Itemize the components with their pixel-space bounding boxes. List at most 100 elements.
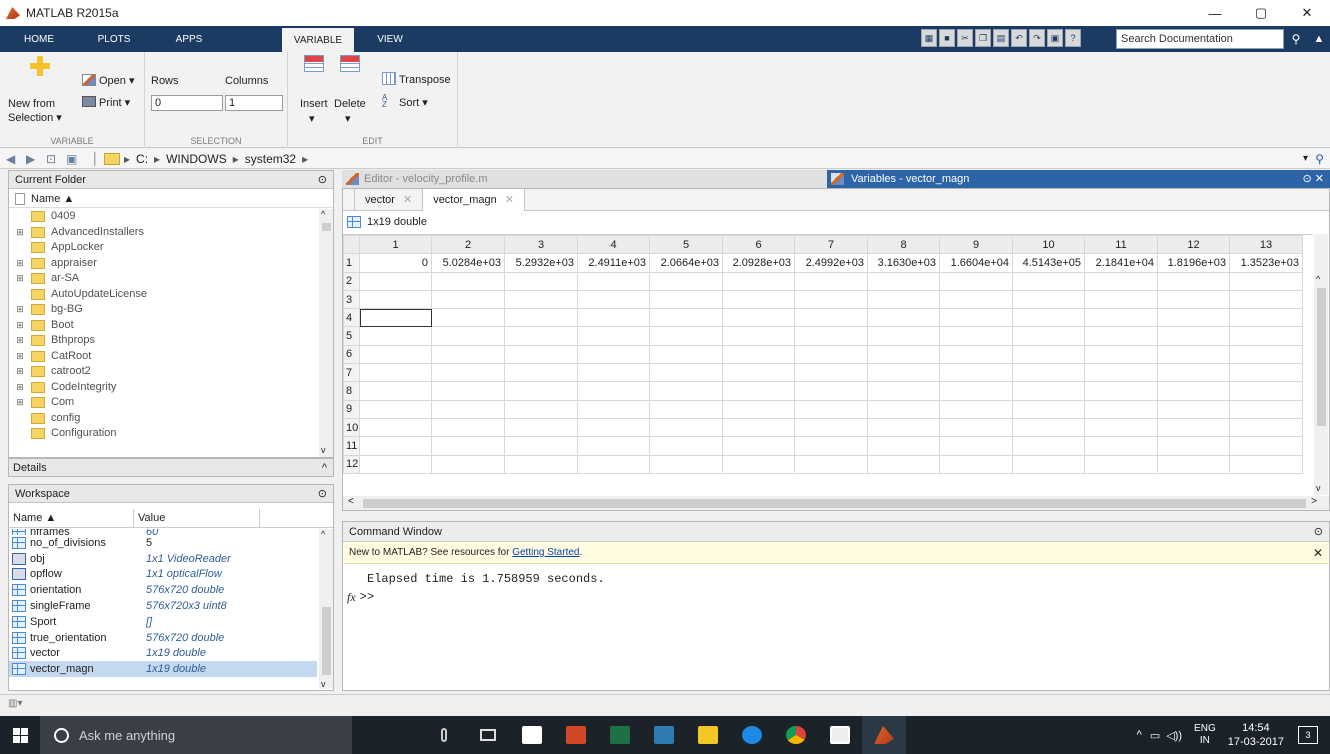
grid-cell[interactable] <box>1012 436 1085 456</box>
grid-cell[interactable] <box>722 381 795 401</box>
search-documentation-input[interactable]: Search Documentation <box>1116 29 1284 49</box>
name-column-header[interactable]: Name ▲ <box>9 509 134 527</box>
layout-icon[interactable]: ▦ <box>921 29 937 47</box>
grid-cell[interactable] <box>722 289 795 310</box>
grid-cell[interactable] <box>359 326 432 346</box>
table-row[interactable]: vector_magn 1x19 double <box>9 661 317 678</box>
grid-cell[interactable] <box>722 344 795 365</box>
grid-cell[interactable] <box>867 417 940 438</box>
delete-button[interactable]: Delete <box>334 98 366 110</box>
grid-cell[interactable] <box>722 326 795 346</box>
search-folder-icon[interactable]: ⚲ <box>1315 152 1324 166</box>
tab-home[interactable]: HOME <box>0 26 78 52</box>
grid-cell[interactable] <box>577 454 650 474</box>
grid-cell[interactable]: 4.5143e+05 <box>1012 253 1085 273</box>
status-grip-icon[interactable]: ▥▾ <box>8 698 22 709</box>
grid-horizontal-scrollbar[interactable]: < > <box>343 496 1329 510</box>
selected-cell[interactable] <box>359 308 432 328</box>
grid-cell[interactable] <box>794 344 868 365</box>
minimize-button[interactable]: — <box>1192 0 1238 26</box>
grid-cell[interactable]: 2.0928e+03 <box>722 253 795 273</box>
list-item[interactable]: ⊞ appraiser <box>9 256 319 272</box>
grid-cell[interactable] <box>1084 417 1158 438</box>
list-item[interactable]: AppLocker <box>9 240 319 256</box>
grid-cell[interactable]: 2.0664e+03 <box>649 253 723 273</box>
grid-cell[interactable] <box>1084 344 1158 365</box>
grid-cell[interactable] <box>577 308 650 328</box>
table-row[interactable]: opflow 1x1 opticalFlow <box>9 567 317 583</box>
grid-cell[interactable] <box>939 454 1013 474</box>
volume-icon[interactable]: ◁)) <box>1166 729 1182 742</box>
column-header[interactable]: 1 <box>359 235 432 255</box>
details-panel[interactable]: Details ^ <box>8 458 334 477</box>
editor-tab[interactable]: Editor - velocity_profile.m <box>342 170 827 188</box>
search-icon[interactable]: ⚲ <box>1285 29 1307 49</box>
chevron-up-icon[interactable]: ^ <box>1137 729 1142 741</box>
grid-cell[interactable] <box>649 381 723 401</box>
column-header[interactable]: 6 <box>722 235 795 255</box>
table-row[interactable]: orientation 576x720 double <box>9 582 317 598</box>
grid-cell[interactable] <box>504 289 578 310</box>
list-item[interactable]: ⊞ AdvancedInstallers <box>9 225 319 241</box>
grid-cell[interactable] <box>577 381 650 401</box>
grid-cell[interactable]: 0 <box>359 253 432 273</box>
grid-cell[interactable] <box>1157 289 1230 310</box>
grid-cell[interactable] <box>1012 271 1085 291</box>
grid-cell[interactable] <box>1229 454 1303 474</box>
grid-cell[interactable] <box>359 271 432 291</box>
grid-cell[interactable] <box>1012 381 1085 401</box>
grid-cell[interactable] <box>867 326 940 346</box>
list-item[interactable]: 0409 <box>9 209 319 225</box>
grid-cell[interactable] <box>1012 289 1085 310</box>
grid-cell[interactable] <box>649 436 723 456</box>
row-header[interactable]: 12 <box>343 454 360 474</box>
row-header[interactable]: 6 <box>343 344 360 365</box>
insert-button[interactable]: Insert <box>300 98 328 110</box>
language-indicator[interactable]: ENG IN <box>1194 723 1216 747</box>
grid-cell[interactable] <box>1084 326 1158 346</box>
grid-cell[interactable] <box>577 436 650 456</box>
grid-cell[interactable] <box>722 308 795 328</box>
grid-cell[interactable] <box>1229 289 1303 310</box>
table-row[interactable]: singleFrame 576x720x3 uint8 <box>9 598 317 614</box>
grid-cell[interactable] <box>1157 271 1230 291</box>
grid-cell[interactable] <box>1229 308 1303 328</box>
tab-plots[interactable]: PLOTS <box>78 26 150 52</box>
scroll-down-icon[interactable]: v <box>321 679 326 689</box>
grid-cell[interactable] <box>1229 417 1303 438</box>
scroll-up-icon[interactable]: ^ <box>321 529 325 539</box>
grid-cell[interactable] <box>504 381 578 401</box>
grid-cell[interactable] <box>359 417 432 438</box>
list-item[interactable]: ⊞ CatRoot <box>9 349 319 365</box>
grid-cell[interactable] <box>1157 363 1230 383</box>
switch-windows-icon[interactable]: ▣ <box>1047 29 1063 47</box>
insert-dropdown-icon[interactable]: ▾ <box>309 112 315 125</box>
list-item[interactable]: ⊞ CodeIntegrity <box>9 380 319 396</box>
grid-cell[interactable] <box>1157 399 1230 419</box>
column-header[interactable]: 9 <box>939 235 1013 255</box>
grid-cell[interactable] <box>1084 308 1158 328</box>
cut-icon[interactable]: ✂ <box>957 29 973 47</box>
grid-cell[interactable] <box>1229 271 1303 291</box>
paste-icon[interactable]: ▤ <box>993 29 1009 47</box>
grid-cell[interactable]: 5.2932e+03 <box>504 253 578 273</box>
grid-cell[interactable] <box>722 271 795 291</box>
row-header[interactable]: 11 <box>343 436 360 456</box>
undo-icon[interactable]: ↶ <box>1011 29 1027 47</box>
column-header[interactable]: 12 <box>1157 235 1230 255</box>
function-browser-icon[interactable]: fx <box>347 590 356 605</box>
task-view-icon[interactable] <box>466 716 510 754</box>
grid-cell[interactable] <box>649 344 723 365</box>
grid-cell[interactable] <box>939 326 1013 346</box>
column-header[interactable]: 8 <box>867 235 940 255</box>
grid-cell[interactable] <box>1012 344 1085 365</box>
grid-cell[interactable] <box>722 417 795 438</box>
grid-cell[interactable] <box>577 344 650 365</box>
delete-dropdown-icon[interactable]: ▾ <box>345 112 351 125</box>
transpose-button[interactable]: Transpose <box>399 74 451 86</box>
grid-vertical-scrollbar[interactable]: ^ v <box>1314 234 1328 495</box>
grid-cell[interactable] <box>359 289 432 310</box>
breadcrumb-system32[interactable]: system32 <box>245 152 296 166</box>
grid-cell[interactable] <box>431 289 505 310</box>
grid-cell[interactable] <box>359 344 432 365</box>
